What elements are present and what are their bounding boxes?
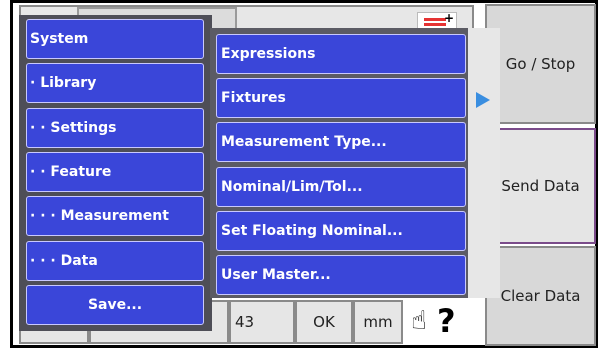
right-button-column: Go / Stop Send Data Clear Data [485,4,596,346]
unit-label: mm [363,313,393,331]
menu-item-label: · · · Data [30,253,98,269]
clear-data-button[interactable]: Clear Data [485,246,596,346]
hand-icon: ☝ [411,306,427,336]
submenu-item-expressions[interactable]: Expressions [216,34,466,74]
menu-item-system[interactable]: System [26,19,204,59]
submenu-item-label: Expressions [221,46,316,62]
submenu-item-label: User Master... [221,267,331,283]
menu-item-data[interactable]: · · · Data [26,241,204,281]
submenu-item-label: Measurement Type... [221,134,387,150]
submenu-item-user-master[interactable]: User Master... [216,255,466,295]
submenu-item-measurement-type[interactable]: Measurement Type... [216,122,466,162]
clear-data-label: Clear Data [500,287,581,305]
main-menu: System · Library · · Settings · · Featur… [19,15,212,331]
menu-item-measurement[interactable]: · · · Measurement [26,196,204,236]
value-text: 43 [235,313,255,331]
submenu-item-set-floating-nominal[interactable]: Set Floating Nominal... [216,211,466,251]
question-icon: ? [437,302,456,340]
ok-label: OK [313,313,335,331]
submenu-item-label: Set Floating Nominal... [221,223,403,239]
submenu: Expressions Fixtures Measurement Type...… [210,28,500,298]
menu-item-label: · · Feature [30,164,112,180]
menu-item-settings[interactable]: · · Settings [26,108,204,148]
unit-button[interactable]: mm [353,300,403,344]
menu-item-label: · · Settings [30,120,117,136]
triangle-right-icon [476,92,490,108]
menu-item-feature[interactable]: · · Feature [26,152,204,192]
submenu-side-strip [468,28,500,298]
send-data-button[interactable]: Send Data [485,128,596,244]
submenu-item-label: Fixtures [221,90,286,106]
submenu-item-nominal-lim-tol[interactable]: Nominal/Lim/Tol... [216,167,466,207]
ok-button[interactable]: OK [295,300,353,344]
menu-item-label: Save... [87,297,143,313]
submenu-item-fixtures[interactable]: Fixtures [216,78,466,118]
menu-item-label: System [30,31,89,47]
go-stop-button[interactable]: Go / Stop [485,4,596,124]
menu-item-label: · Library [30,75,97,91]
value-display: 43 [229,300,295,344]
menu-item-save[interactable]: Save... [26,285,204,325]
help-button[interactable]: ☝ ? [403,300,467,344]
send-data-label: Send Data [501,177,580,195]
menu-item-library[interactable]: · Library [26,63,204,103]
go-stop-label: Go / Stop [505,55,576,73]
submenu-item-label: Nominal/Lim/Tol... [221,179,363,195]
menu-item-label: · · · Measurement [30,208,169,224]
